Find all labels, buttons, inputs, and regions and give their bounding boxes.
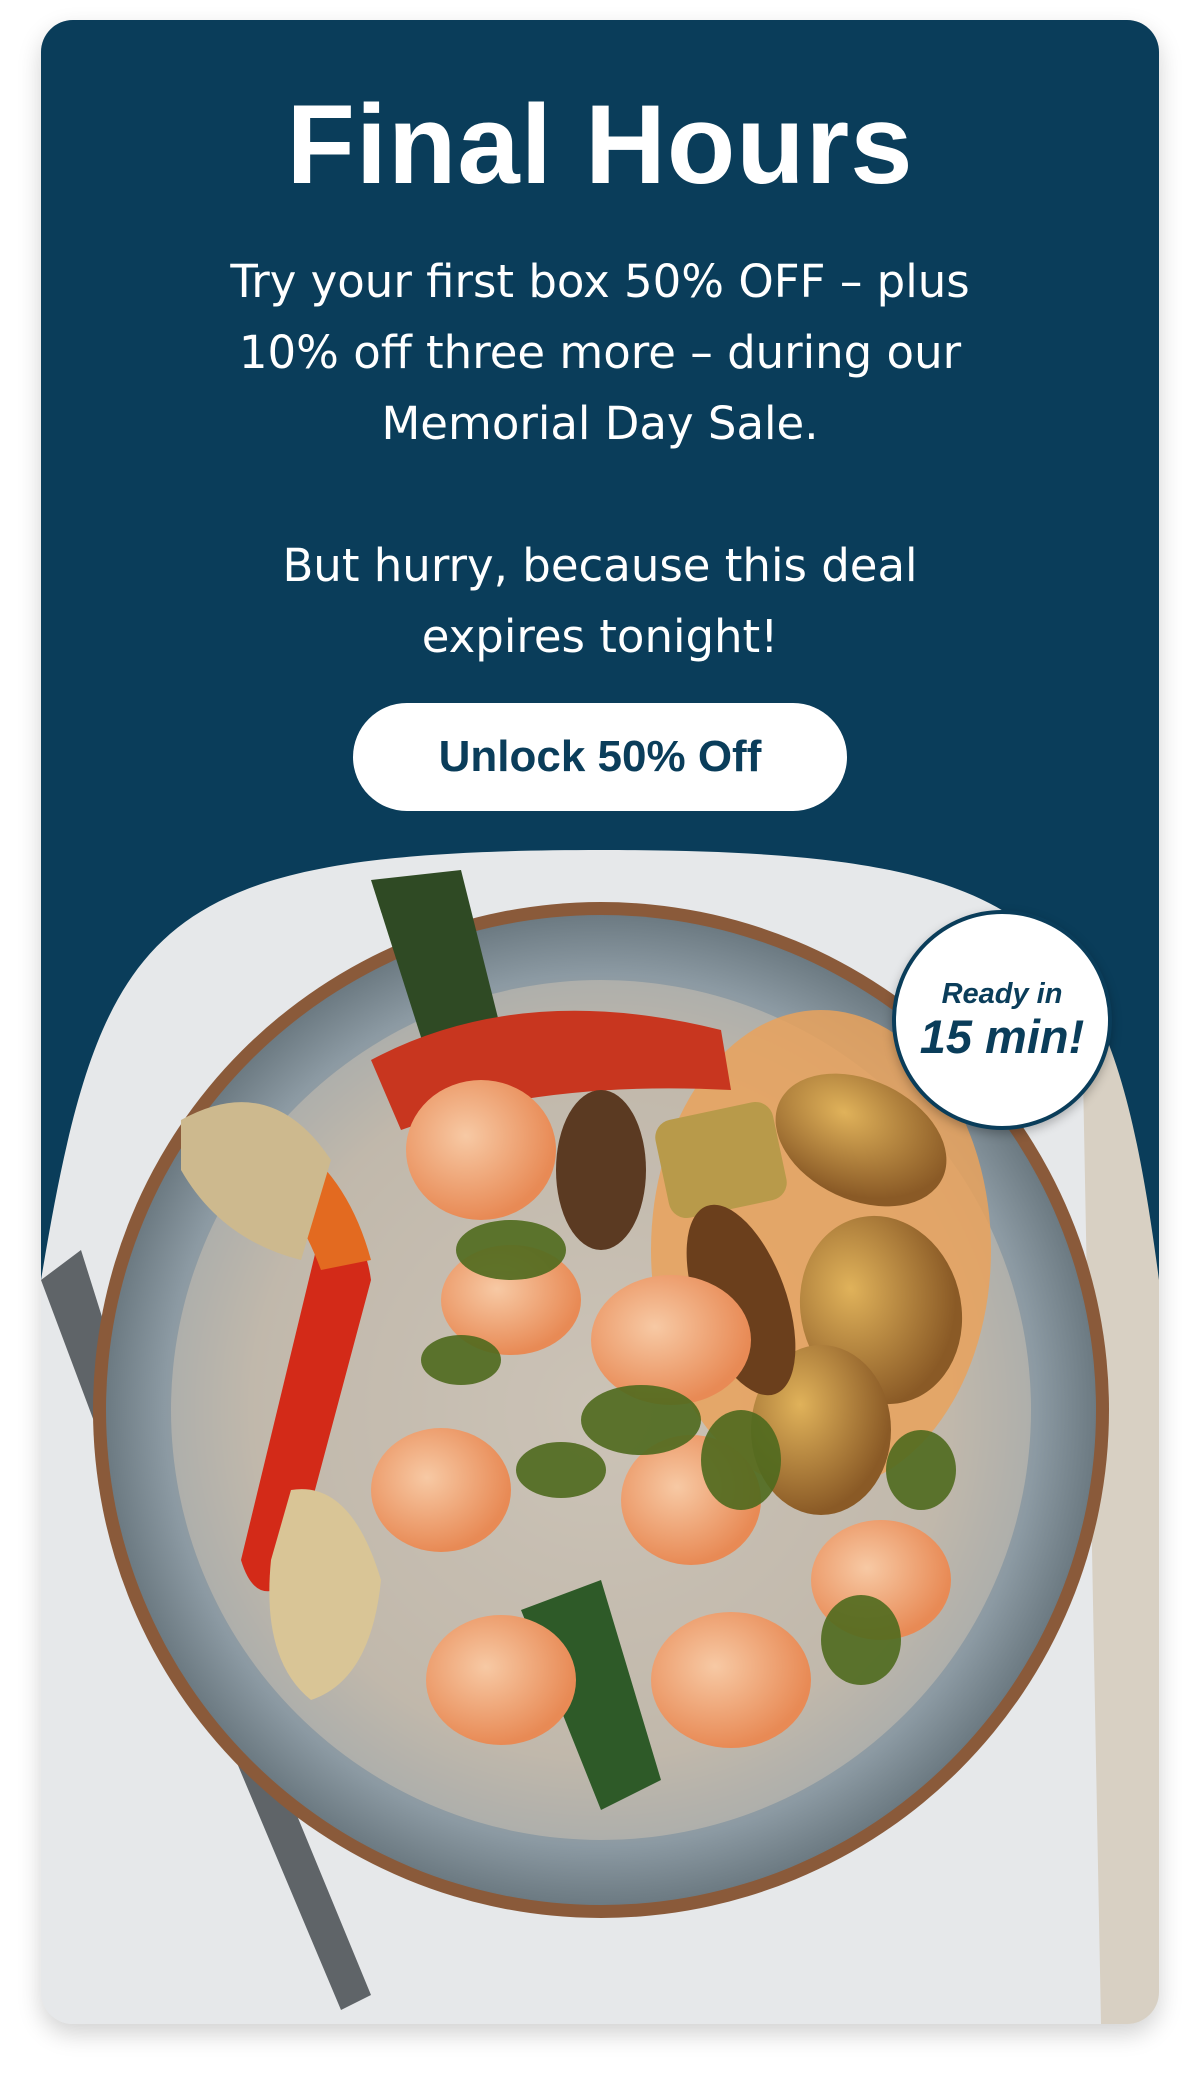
badge-label: Ready in [941,978,1063,1010]
badge-time: 15 min! [919,1010,1085,1063]
ready-time-badge: Ready in 15 min! [892,910,1112,1130]
promo-copy: Try your first box 50% OFF – plus 10% of… [201,246,999,672]
unlock-offer-button[interactable]: Unlock 50% Off [353,703,847,811]
promo-title: Final Hours [286,82,914,207]
promo-card: Final Hours Try your first box 50% OFF –… [41,20,1159,2024]
promo-paragraph-urgency: But hurry, because this deal expires ton… [282,539,918,663]
promo-paragraph-offer: Try your first box 50% OFF – plus 10% of… [230,255,970,450]
